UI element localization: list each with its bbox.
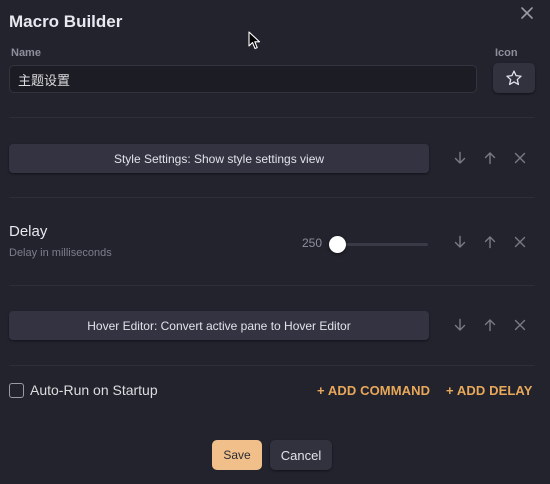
modal-title: Macro Builder xyxy=(9,12,123,31)
name-input[interactable] xyxy=(9,65,477,93)
icon-label: Icon xyxy=(495,47,518,59)
arrow-down-icon[interactable] xyxy=(453,318,467,332)
autorun-checkbox[interactable] xyxy=(9,383,24,398)
separator xyxy=(9,117,535,118)
add-command-button[interactable]: + ADD COMMAND xyxy=(317,383,430,398)
delay-title: Delay xyxy=(9,223,48,240)
cancel-button[interactable]: Cancel xyxy=(270,440,332,470)
close-icon[interactable] xyxy=(519,5,535,21)
arrow-up-icon[interactable] xyxy=(483,318,497,332)
remove-icon[interactable] xyxy=(513,151,527,165)
arrow-up-icon[interactable] xyxy=(483,235,497,249)
delay-value: 250 xyxy=(302,236,323,250)
delay-slider-thumb[interactable] xyxy=(329,236,346,253)
star-icon xyxy=(506,70,522,86)
arrow-up-icon[interactable] xyxy=(483,151,497,165)
add-delay-button[interactable]: + ADD DELAY xyxy=(446,383,532,398)
command-hover-editor[interactable]: Hover Editor: Convert active pane to Hov… xyxy=(9,311,429,340)
remove-icon[interactable] xyxy=(513,318,527,332)
remove-icon[interactable] xyxy=(513,235,527,249)
command-style-settings[interactable]: Style Settings: Show style settings view xyxy=(9,144,429,173)
delay-slider-track[interactable] xyxy=(338,243,428,246)
icon-picker-button[interactable] xyxy=(493,63,535,93)
mouse-cursor-icon xyxy=(248,31,261,50)
arrow-down-icon[interactable] xyxy=(453,151,467,165)
save-button[interactable]: Save xyxy=(212,440,262,470)
delay-description: Delay in milliseconds xyxy=(9,247,112,259)
separator xyxy=(9,365,535,366)
macro-builder-modal: Macro Builder Name Icon Style Settings: … xyxy=(0,0,550,484)
autorun-label[interactable]: Auto-Run on Startup xyxy=(30,382,158,398)
arrow-down-icon[interactable] xyxy=(453,235,467,249)
separator xyxy=(9,285,535,286)
separator xyxy=(9,197,535,198)
name-label: Name xyxy=(11,47,41,59)
